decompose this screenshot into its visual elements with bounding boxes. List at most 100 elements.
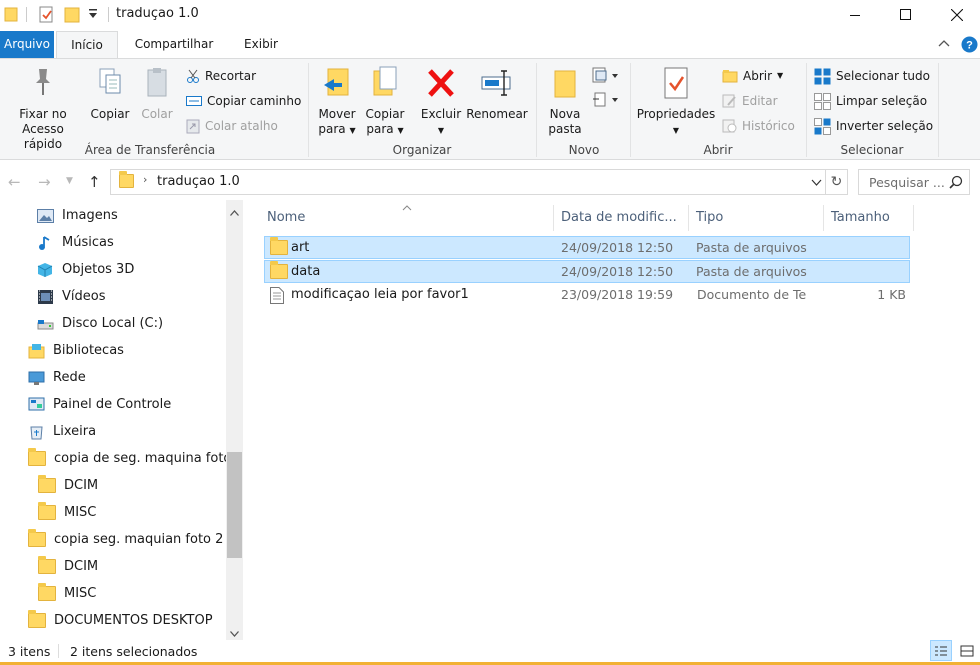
rename-button[interactable]: Renomear [466,65,528,122]
new-item-button[interactable] [592,67,620,86]
new-folder-button[interactable]: Nova pasta [544,65,586,137]
group-separator [536,63,537,157]
search-icon[interactable] [949,175,963,192]
search-input[interactable]: Pesquisar ... [869,175,945,190]
file-type: Pasta de arquivos [696,264,807,279]
breadcrumb-current[interactable]: traduçao 1.0 [157,174,240,189]
nav-scroll-thumb[interactable] [227,452,242,558]
folder-icon [119,171,134,191]
copy-path-button[interactable]: Copiar caminho [186,90,301,112]
nav-label: copia seg. maquian foto 2 [54,532,224,547]
edit-icon [722,94,736,108]
file-row[interactable]: modificaçao leia por favor1 23/09/2018 1… [264,284,910,307]
new-folder-quick-access-icon[interactable] [64,6,80,26]
scroll-down-icon[interactable] [230,626,239,640]
recent-locations-icon[interactable]: ▼ [66,176,73,186]
rename-icon [466,65,528,105]
paste-label: Colar [141,107,173,121]
folder-icon [28,448,46,466]
paste-shortcut-button[interactable]: Colar atalho [186,115,278,137]
collapse-ribbon-icon[interactable] [938,38,950,52]
address-bar[interactable]: › traduçao 1.0 [110,169,826,195]
text-document-icon [270,287,284,307]
up-arrow-icon[interactable]: ↑ [88,173,101,191]
properties-quick-access-icon[interactable] [38,6,55,26]
column-header-size[interactable]: Tamanho [824,205,914,231]
folder-icon [270,261,288,282]
nav-item-folder[interactable]: copia de seg. maquina fotog [28,445,240,472]
folder-icon [38,502,56,520]
invert-selection-button[interactable]: Inverter seleção [814,115,933,137]
nav-item-videos[interactable]: Vídeos [37,283,105,310]
nav-label: Rede [53,370,86,385]
help-icon[interactable]: ? [961,36,978,56]
nav-item-pictures[interactable]: Imagens [37,202,118,229]
select-all-button[interactable]: Selecionar tudo [814,65,930,87]
history-button[interactable]: Histórico [722,115,795,137]
delete-button[interactable]: Excluir ▼ [418,65,464,138]
column-header-date[interactable]: Data de modific... [554,205,689,231]
tab-file[interactable]: Arquivo [0,31,54,58]
nav-item-recycle-bin[interactable]: Lixeira [28,418,96,445]
videos-icon [38,289,53,304]
open-button[interactable]: Abrir ▼ [722,65,783,87]
breadcrumb-chevron-icon[interactable]: › [143,173,147,186]
copy-button[interactable]: Copiar [88,65,132,122]
nav-item-network[interactable]: Rede [28,364,86,391]
back-arrow-icon[interactable]: ← [8,173,21,191]
nav-scrollbar[interactable] [226,200,243,640]
nav-item-folder[interactable]: MISC [38,580,96,607]
address-dropdown-icon[interactable] [811,176,822,190]
scroll-up-icon[interactable] [230,205,239,219]
title-bar: traduçao 1.0 [0,0,980,31]
paste-button[interactable]: Colar [138,65,176,122]
close-button[interactable] [934,0,980,29]
select-all-label: Selecionar tudo [836,69,930,83]
edit-button[interactable]: Editar [722,90,778,112]
details-view-button[interactable] [930,640,952,661]
group-separator [806,63,807,157]
copy-to-icon [362,65,408,105]
column-header-type[interactable]: Tipo [689,205,824,231]
cut-button[interactable]: Recortar [186,65,256,87]
nav-item-local-disk[interactable]: Disco Local (C:) [37,310,163,337]
column-header-name[interactable]: Nome [260,205,554,231]
search-box[interactable]: Pesquisar ... [858,169,970,195]
new-folder-label-2: pasta [548,122,582,136]
large-icons-view-button[interactable] [956,640,978,661]
separator [58,644,59,658]
move-to-button[interactable]: Mover para ▼ [314,65,360,138]
tab-share[interactable]: Compartilhar [128,31,220,58]
refresh-button[interactable]: ↻ [826,169,848,195]
forward-arrow-icon[interactable]: → [38,173,51,191]
nav-item-3d-objects[interactable]: Objetos 3D [37,256,134,283]
copy-path-icon [186,96,202,106]
minimize-button[interactable] [832,0,878,29]
nav-label: Bibliotecas [53,343,124,358]
customize-toolbar-icon[interactable] [88,8,98,23]
file-row[interactable]: art 24/09/2018 12:50 Pasta de arquivos [264,236,910,259]
select-none-button[interactable]: Limpar seleção [814,90,927,112]
move-to-icon [314,65,360,105]
new-folder-label-1: Nova [549,107,581,121]
nav-item-folder[interactable]: DCIM [38,553,98,580]
nav-item-folder[interactable]: DCIM [38,472,98,499]
nav-label: Disco Local (C:) [62,316,164,331]
pin-quick-access-button[interactable]: Fixar no Acesso rápido [2,65,84,152]
tab-view[interactable]: Exibir [234,31,288,58]
easy-access-button[interactable] [592,91,620,110]
libraries-icon [28,343,45,358]
nav-item-folder[interactable]: MISC [38,499,96,526]
nav-item-control-panel[interactable]: Painel de Controle [28,391,171,418]
copy-to-button[interactable]: Copiar para ▼ [362,65,408,138]
nav-item-folder[interactable]: DOCUMENTOS DESKTOP [28,607,213,634]
nav-item-folder[interactable]: copia seg. maquian foto 2 [28,526,223,553]
item-count: 3 itens [8,644,51,659]
select-none-icon [814,92,831,110]
tab-home[interactable]: Início [56,31,118,59]
maximize-button[interactable] [882,0,928,29]
nav-item-music[interactable]: Músicas [37,229,114,256]
nav-item-libraries[interactable]: Bibliotecas [28,337,124,364]
properties-button[interactable]: Propriedades ▼ [636,65,716,138]
file-row[interactable]: data 24/09/2018 12:50 Pasta de arquivos [264,260,910,283]
